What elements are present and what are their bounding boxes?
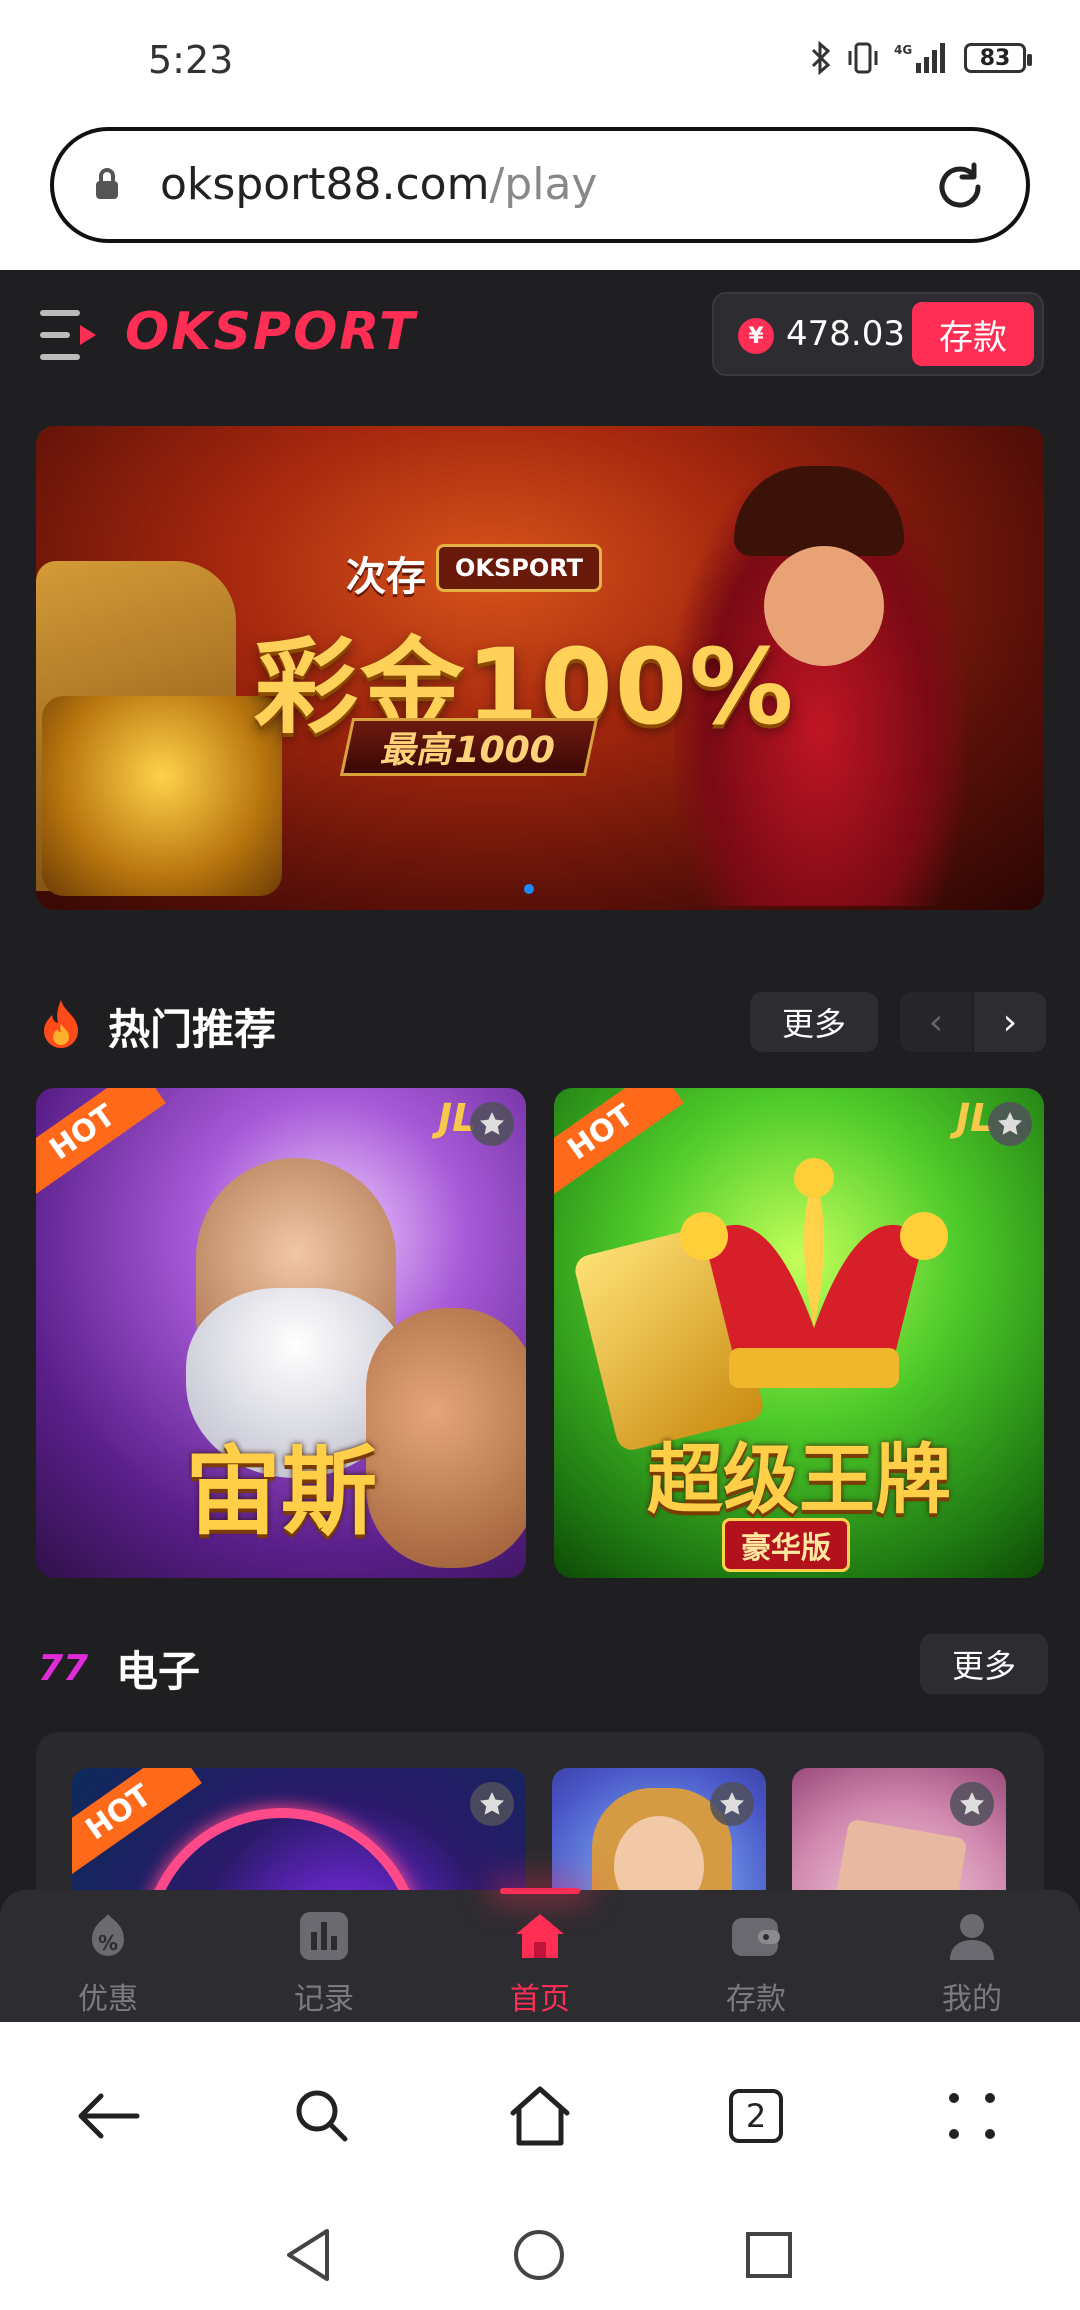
game-subtitle: 豪华版: [722, 1518, 850, 1572]
yuan-icon: ¥: [738, 318, 774, 354]
tab-deposit[interactable]: 存款: [648, 1890, 864, 2022]
banner-logo-badge: OKSPORT: [436, 544, 603, 592]
more-button[interactable]: 更多: [920, 1634, 1048, 1694]
tab-profile[interactable]: 我的: [864, 1890, 1080, 2022]
status-icons: 4G 83: [810, 40, 1032, 76]
balance-box: ¥ 478.03 存款: [712, 292, 1044, 376]
favorite-star-icon[interactable]: [988, 1102, 1032, 1146]
nav-recents-icon[interactable]: [736, 2222, 802, 2288]
tab-label: 我的: [942, 1982, 1002, 2017]
status-time: 5:23: [148, 38, 234, 82]
address-bar[interactable]: oksport88.com/play: [50, 127, 1030, 243]
carousel-indicator[interactable]: [524, 884, 534, 894]
tabs-count: 2: [729, 2089, 783, 2143]
browser-toolbar: 2: [0, 2022, 1080, 2202]
search-icon[interactable]: [282, 2076, 362, 2156]
tabs-count-button[interactable]: 2: [716, 2076, 796, 2156]
favorite-star-icon[interactable]: [950, 1782, 994, 1826]
section-title: 热门推荐: [108, 1005, 277, 1054]
hot-ribbon: HOT: [36, 1088, 166, 1201]
treasure-chest-illustration: [42, 696, 282, 896]
game-title: 超级王牌: [647, 1435, 951, 1524]
home-icon: [514, 1910, 566, 1962]
banner-small-text: 次存: [346, 554, 426, 600]
url-text[interactable]: oksport88.com/play: [160, 159, 597, 210]
reload-icon[interactable]: [930, 157, 990, 221]
url-path: /play: [489, 159, 598, 210]
banner-subtitle: 最高1000: [339, 718, 599, 776]
slot-777-icon: 77: [38, 1640, 88, 1690]
system-nav-bar: [0, 2200, 1080, 2310]
game-card-super-ace[interactable]: HOT JL 超级王牌 豪华版: [554, 1088, 1044, 1578]
tab-label: 优惠: [78, 1982, 138, 2017]
favorite-star-icon[interactable]: [470, 1782, 514, 1826]
records-icon: [298, 1910, 350, 1962]
more-menu-icon[interactable]: [932, 2076, 1012, 2156]
balance-amount: 478.03: [786, 314, 905, 354]
chevron-left-icon[interactable]: ‹: [900, 992, 972, 1052]
hot-ribbon: HOT: [554, 1088, 684, 1201]
status-bar: 5:23 4G 83: [0, 0, 1080, 120]
app-header: OKSPORT ¥ 478.03 存款: [0, 270, 1080, 400]
tab-records[interactable]: 记录: [216, 1890, 432, 2022]
menu-icon[interactable]: [38, 306, 102, 364]
game-title: 宙斯: [185, 1436, 377, 1548]
tab-label: 首页: [510, 1982, 570, 2017]
deposit-button[interactable]: 存款: [912, 302, 1034, 366]
bottom-tab-bar: % 优惠 记录 首页 存款 我的: [0, 1888, 1080, 2022]
svg-text:%: %: [98, 1931, 118, 1955]
carousel-arrows: ‹ ›: [900, 992, 1046, 1052]
battery-icon: 83: [964, 43, 1032, 73]
bluetooth-icon: [810, 40, 832, 76]
home-icon[interactable]: [500, 2076, 580, 2156]
tab-label: 记录: [294, 1982, 354, 2017]
svg-text:77: 77: [38, 1648, 88, 1689]
favorite-star-icon[interactable]: [470, 1102, 514, 1146]
oksport-logo[interactable]: OKSPORT: [125, 302, 416, 362]
fire-icon: [38, 998, 84, 1048]
tab-label: 存款: [726, 1982, 786, 2017]
web-app: OKSPORT ¥ 478.03 存款 次存 OKSPORT 彩金100% 最高…: [0, 270, 1080, 2022]
chevron-right-icon[interactable]: ›: [974, 992, 1046, 1052]
promo-banner[interactable]: 次存 OKSPORT 彩金100% 最高1000: [36, 426, 1044, 910]
hot-section-header: 热门推荐 更多 ‹ ›: [38, 990, 1048, 1054]
active-tab-indicator: [500, 1888, 580, 1894]
vibrate-icon: [846, 40, 880, 76]
section-title: 电子: [116, 1647, 201, 1696]
electronic-section-header: 77 电子 更多: [38, 1632, 1048, 1696]
svg-text:4G: 4G: [894, 43, 912, 57]
lock-icon: [94, 167, 120, 205]
tab-home[interactable]: 首页: [432, 1888, 648, 2022]
nav-back-icon[interactable]: [276, 2222, 342, 2288]
nav-home-icon[interactable]: [506, 2222, 572, 2288]
favorite-star-icon[interactable]: [710, 1782, 754, 1826]
signal-icon: 4G: [894, 40, 950, 76]
more-button[interactable]: 更多: [750, 992, 878, 1052]
wallet-icon: [730, 1910, 782, 1962]
back-arrow-icon[interactable]: [68, 2076, 148, 2156]
jester-crown-illustration: [674, 1158, 954, 1398]
profile-icon: [946, 1910, 998, 1962]
url-host: oksport88.com: [160, 159, 490, 210]
tab-promotions[interactable]: % 优惠: [0, 1890, 216, 2022]
discount-icon: %: [82, 1910, 134, 1962]
game-card-zeus[interactable]: HOT JL 宙斯: [36, 1088, 526, 1578]
